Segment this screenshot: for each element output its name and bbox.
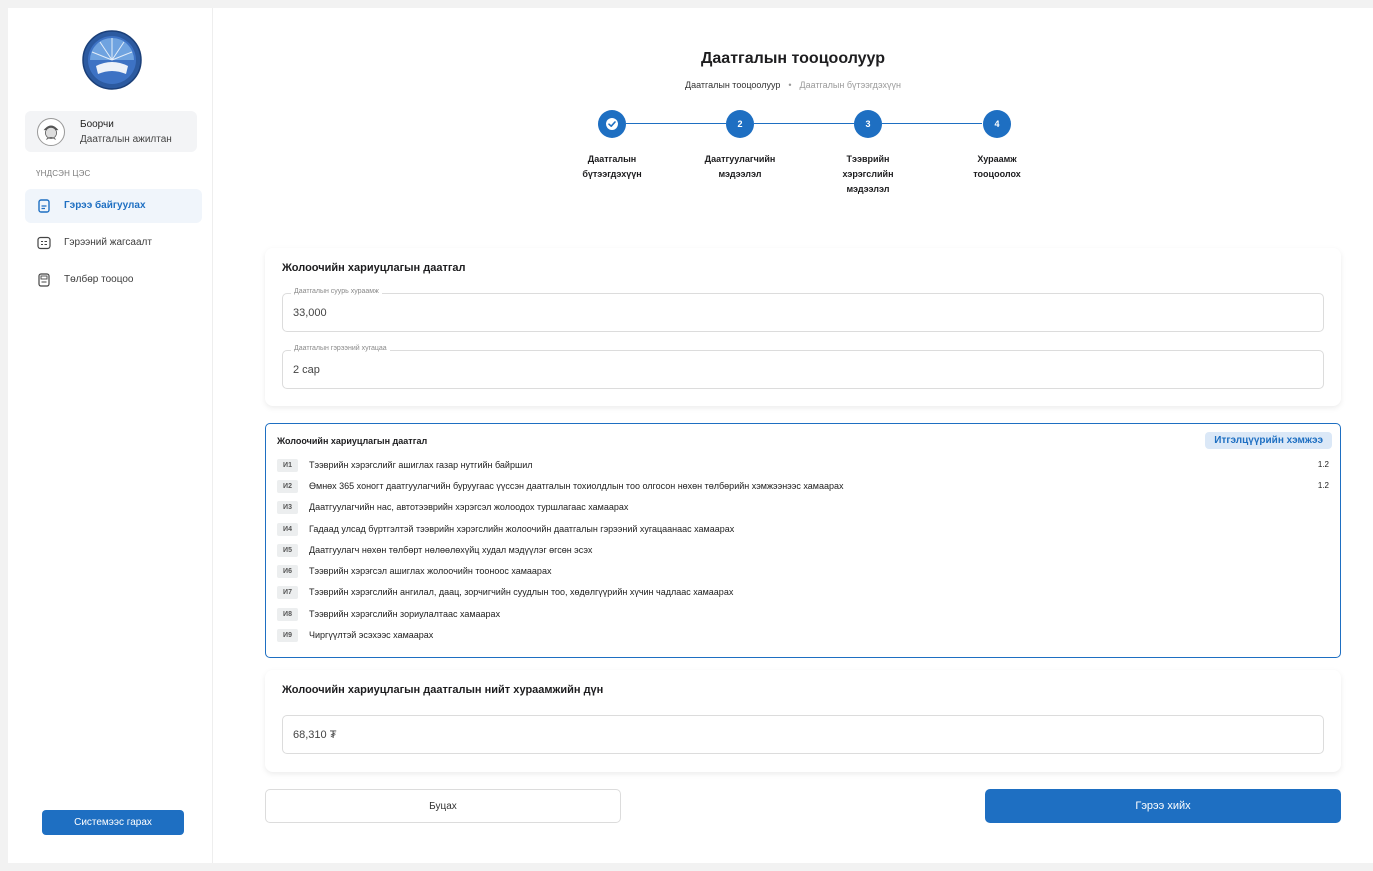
- panel-title: Жолоочийн хариуцлагын даатгал: [277, 436, 428, 446]
- organization-logo: [82, 30, 142, 90]
- step-1-circle[interactable]: [598, 110, 626, 138]
- contract-term-field[interactable]: Даатгалын гэрээний хугацаа 2 сар: [282, 345, 1324, 389]
- sidebar-item-create-contract[interactable]: Гэрээ байгуулах: [25, 189, 202, 223]
- factor-text: Тээврийн хэрэгслийн зориулалтаас хамаара…: [309, 609, 501, 619]
- sidebar-item-payment[interactable]: Төлбөр тооцоо: [25, 263, 202, 297]
- factor-value: 1.2: [1317, 460, 1329, 469]
- factor-code: И6: [277, 565, 298, 578]
- factor-text: Чиргүүлтэй эсэхээс хамаарах: [309, 630, 434, 640]
- factor-text: Гадаад улсад бүртгэлтэй тээврийн хэрэгсл…: [309, 524, 735, 534]
- step-4-circle[interactable]: 4: [983, 110, 1011, 138]
- document-icon: [38, 199, 50, 213]
- factor-code: И4: [277, 523, 298, 536]
- factor-value: 1.2: [1317, 481, 1329, 490]
- step-3-circle[interactable]: 3: [854, 110, 882, 138]
- sidebar-item-label: Гэрээний жагсаалт: [64, 237, 152, 248]
- step-4-label: Хураамж тооцоолох: [973, 154, 1021, 179]
- create-contract-button[interactable]: Гэрээ хийх: [985, 789, 1341, 823]
- step-2-circle[interactable]: 2: [726, 110, 754, 138]
- coefficients-panel: Жолоочийн хариуцлагын даатгал Итгэлцүүри…: [265, 423, 1341, 658]
- step-1-label: Даатгалын бүтээгдэхүүн: [582, 154, 642, 179]
- user-avatar: [37, 118, 65, 146]
- step-connector: [882, 123, 982, 124]
- user-name: Боорчи: [80, 119, 114, 130]
- factor-text: Тээврийн хэрэгслийн ангилал, даац, зорчи…: [309, 587, 734, 597]
- factor-text: Тээврийн хэрэгслийг ашиглах газар нутгий…: [309, 460, 533, 470]
- user-role: Даатгалын ажилтан: [80, 134, 172, 145]
- app-window: Боорчи Даатгалын ажилтан ҮНДСЭН ЦЭС Гэрэ…: [8, 8, 1373, 863]
- field-label: Даатгалын гэрээний хугацаа: [291, 345, 390, 352]
- factor-row: И9 Чиргүүлтэй эсэхээс хамаарах: [277, 628, 1329, 644]
- base-premium-card: Жолоочийн хариуцлагын даатгал Даатгалын …: [265, 248, 1341, 406]
- factor-code: И8: [277, 608, 298, 621]
- logout-button[interactable]: Системээс гарах: [42, 810, 184, 835]
- step-2-label: Даатгуулагчийн мэдээлэл: [704, 154, 776, 179]
- factor-text: Даатгуулагчийн нас, автотээврийн хэрэгсэ…: [309, 502, 629, 512]
- field-label: Даатгалын суурь хураамж: [291, 288, 382, 295]
- main-content: Даатгалын тооцоолуур Даатгалын тооцоолуу…: [213, 8, 1373, 863]
- factor-row: И3 Даатгуулагчийн нас, автотээврийн хэрэ…: [277, 500, 1329, 516]
- factor-text: Тээврийн хэрэгсэл ашиглах жолоочийн тоон…: [309, 566, 552, 576]
- step-3-label: Тээврийн хэрэгслийн мэдээлэл: [842, 154, 894, 194]
- user-profile-card[interactable]: Боорчи Даатгалын ажилтан: [25, 111, 197, 152]
- factor-row: И7 Тээврийн хэрэгслийн ангилал, даац, зо…: [277, 585, 1329, 601]
- base-premium-field[interactable]: Даатгалын суурь хураамж 33,000: [282, 288, 1324, 332]
- coefficient-badge: Итгэлцүүрийн хэмжээ: [1205, 432, 1332, 449]
- step-connector: [626, 123, 726, 124]
- field-value: 68,310 ₮: [293, 729, 337, 741]
- factor-code: И1: [277, 459, 298, 472]
- factor-text: Даатгуулагч нөхөн төлбөрт нөлөөлөхүйц ху…: [309, 545, 593, 555]
- factor-code: И3: [277, 501, 298, 514]
- sidebar-item-label: Төлбөр тооцоо: [64, 274, 134, 285]
- list-icon: [37, 236, 51, 250]
- factor-code: И7: [277, 586, 298, 599]
- sidebar-item-contract-list[interactable]: Гэрээний жагсаалт: [25, 226, 202, 260]
- factor-row: И6 Тээврийн хэрэгсэл ашиглах жолоочийн т…: [277, 564, 1329, 580]
- factor-code: И5: [277, 544, 298, 557]
- step-connector: [754, 123, 854, 124]
- check-icon: [606, 118, 618, 130]
- factor-code: И9: [277, 629, 298, 642]
- total-premium-card: Жолоочийн хариуцлагын даатгалын нийт хур…: [265, 670, 1341, 772]
- field-value: 2 сар: [293, 364, 320, 376]
- total-premium-field[interactable]: 68,310 ₮: [282, 715, 1324, 754]
- back-button[interactable]: Буцах: [265, 789, 621, 823]
- factor-code: И2: [277, 480, 298, 493]
- stepper: 2 3 4 Даатгалын бүтээгдэхүүн Даатгуулагч…: [213, 8, 1373, 208]
- factor-text: Өмнөх 365 хоногт даатгуулагчийн буруугаа…: [309, 481, 844, 491]
- nav-section-label: ҮНДСЭН ЦЭС: [36, 169, 91, 178]
- sidebar: Боорчи Даатгалын ажилтан ҮНДСЭН ЦЭС Гэрэ…: [8, 8, 213, 863]
- card-title: Жолоочийн хариуцлагын даатгал: [282, 262, 466, 274]
- factor-row: И5 Даатгуулагч нөхөн төлбөрт нөлөөлөхүйц…: [277, 543, 1329, 559]
- factor-row: И8 Тээврийн хэрэгслийн зориулалтаас хама…: [277, 607, 1329, 623]
- factor-row: И1 Тээврийн хэрэгслийг ашиглах газар нут…: [277, 458, 1329, 474]
- field-value: 33,000: [293, 307, 327, 319]
- factor-row: И4 Гадаад улсад бүртгэлтэй тээврийн хэрэ…: [277, 522, 1329, 538]
- calculator-icon: [38, 273, 50, 287]
- factor-row: И2 Өмнөх 365 хоногт даатгуулагчийн буруу…: [277, 479, 1329, 495]
- card-title: Жолоочийн хариуцлагын даатгалын нийт хур…: [282, 684, 604, 696]
- sidebar-item-label: Гэрээ байгуулах: [64, 200, 146, 211]
